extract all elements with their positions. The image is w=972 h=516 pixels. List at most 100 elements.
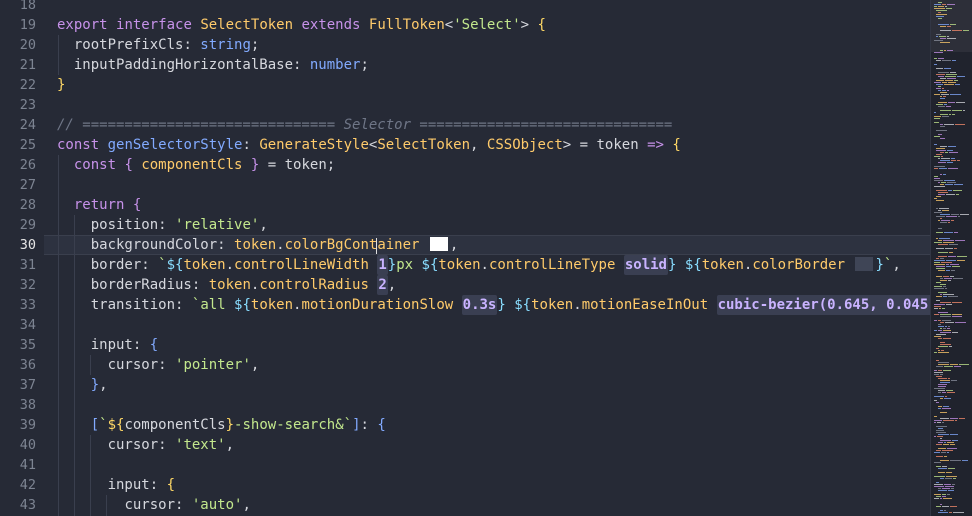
minimap-code-stroke (943, 276, 949, 277)
keyword: return (73, 197, 125, 213)
minimap-code-stroke (939, 238, 950, 239)
minimap-code-stroke (943, 420, 954, 421)
minimap-code-stroke (940, 510, 943, 511)
minimap-code-stroke (963, 110, 965, 111)
line-number: 25 (19, 137, 36, 153)
minimap-code-stroke (946, 304, 952, 305)
minimap-code-stroke (940, 374, 943, 375)
minimap-code-stroke (952, 316, 962, 317)
minimap-code-stroke (938, 106, 945, 107)
minimap-code-stroke (936, 248, 944, 249)
minimap-code-stroke (946, 194, 955, 195)
property: transition (90, 297, 176, 313)
line-number: 35 (19, 337, 36, 353)
color-swatch-icon[interactable] (855, 257, 874, 271)
minimap-code-stroke (942, 308, 945, 309)
punctuation: . (480, 257, 489, 273)
code-line-36: cursor: 'pointer', (57, 355, 930, 375)
minimap-code-stroke (948, 82, 956, 83)
minimap-code-stroke (944, 232, 953, 233)
code-editor[interactable]: 18 19 20 21 22 23 24 25 26 27 28 29 30 3… (0, 0, 930, 516)
minimap-code-stroke (934, 374, 939, 375)
minimap-code-stroke (940, 302, 951, 303)
minimap-code-stroke (942, 466, 947, 467)
minimap-code-stroke (934, 176, 938, 177)
minimap-code-stroke (938, 390, 945, 391)
inlay-hint: cubic-bezier(0.645, 0.045, 0.355 (716, 295, 930, 315)
minimap-code-stroke (936, 450, 941, 451)
minimap-code-stroke (934, 370, 937, 371)
punctuation: < (444, 17, 454, 33)
property-access: colorBorder (752, 257, 846, 273)
code-line-21: inputPaddingHorizontalBase: number; (57, 55, 930, 75)
punctuation: : (217, 237, 235, 253)
minimap-code-stroke (938, 392, 941, 393)
minimap-code-stroke (936, 74, 945, 75)
keyword: interface (116, 17, 192, 33)
string-literal: 'pointer' (175, 357, 251, 373)
minimap-code-stroke (940, 332, 951, 333)
minimap-code-stroke (939, 168, 947, 169)
keyword: export (57, 17, 108, 33)
minimap-code-stroke (953, 512, 964, 513)
minimap-code-stroke (936, 268, 945, 269)
minimap-code-stroke (940, 460, 949, 461)
variable: token (183, 257, 226, 273)
minimap-code-stroke (950, 460, 961, 461)
minimap-code-stroke (934, 396, 944, 397)
minimap-code-stroke (951, 270, 955, 271)
punctuation: , (387, 277, 397, 293)
minimap-code-stroke (934, 330, 937, 331)
minimap-code-stroke (948, 168, 958, 169)
minimap-code-stroke (934, 498, 939, 499)
minimap-code-stroke (938, 312, 948, 313)
minimap-code-stroke (938, 158, 940, 159)
minimap-code-stroke (946, 106, 951, 107)
minimap-code-stroke (937, 436, 943, 437)
minimap-code-stroke (952, 60, 956, 61)
minimap-code-stroke (934, 4, 941, 5)
minimap-code-stroke (936, 282, 941, 283)
minimap-code-stroke (945, 80, 953, 81)
minimap-code-stroke (936, 482, 939, 483)
punctuation: , (99, 377, 108, 393)
minimap-code-stroke (947, 182, 956, 183)
minimap-code-stroke (938, 58, 944, 59)
minimap-code-stroke (938, 270, 945, 271)
minimap-code-stroke (947, 78, 956, 79)
minimap-code-stroke (936, 208, 938, 209)
punctuation: ; (360, 57, 369, 73)
minimap-code-stroke (940, 344, 951, 345)
type-name: number (309, 57, 361, 73)
minimap-code-stroke (950, 434, 958, 435)
minimap-code-stroke (962, 460, 968, 461)
minimap-code-stroke (934, 452, 940, 453)
minimap-code-stroke (947, 150, 953, 151)
code-line-42: input: { (57, 475, 930, 495)
color-swatch-icon[interactable] (429, 237, 448, 251)
minimap-code-stroke (942, 494, 946, 495)
minimap-code-stroke (946, 266, 951, 267)
minimap-code-stroke (934, 436, 936, 437)
minimap-code-stroke (936, 150, 946, 151)
minimap-code-stroke (943, 498, 952, 499)
minimap-code-stroke (957, 260, 965, 261)
inlay-hint: 0.3s (461, 295, 498, 315)
punctuation: ; (250, 37, 260, 53)
property: cursor (124, 497, 176, 513)
minimap-code-stroke (945, 6, 947, 7)
minimap[interactable] (930, 0, 972, 516)
type-name: GenerateStyle (259, 137, 369, 153)
minimap-code-stroke (947, 494, 950, 495)
minimap-code-stroke (936, 16, 944, 17)
variable: componentCls (141, 157, 243, 173)
minimap-code-stroke (940, 218, 942, 219)
property: cursor (107, 357, 159, 373)
template-tick: ` (158, 257, 167, 273)
interpolation: } (497, 297, 506, 313)
line-number: 40 (19, 437, 36, 453)
minimap-code-stroke (934, 180, 943, 181)
minimap-code-stroke (934, 484, 943, 485)
property: borderRadius (90, 277, 192, 293)
minimap-code-stroke (940, 30, 951, 31)
